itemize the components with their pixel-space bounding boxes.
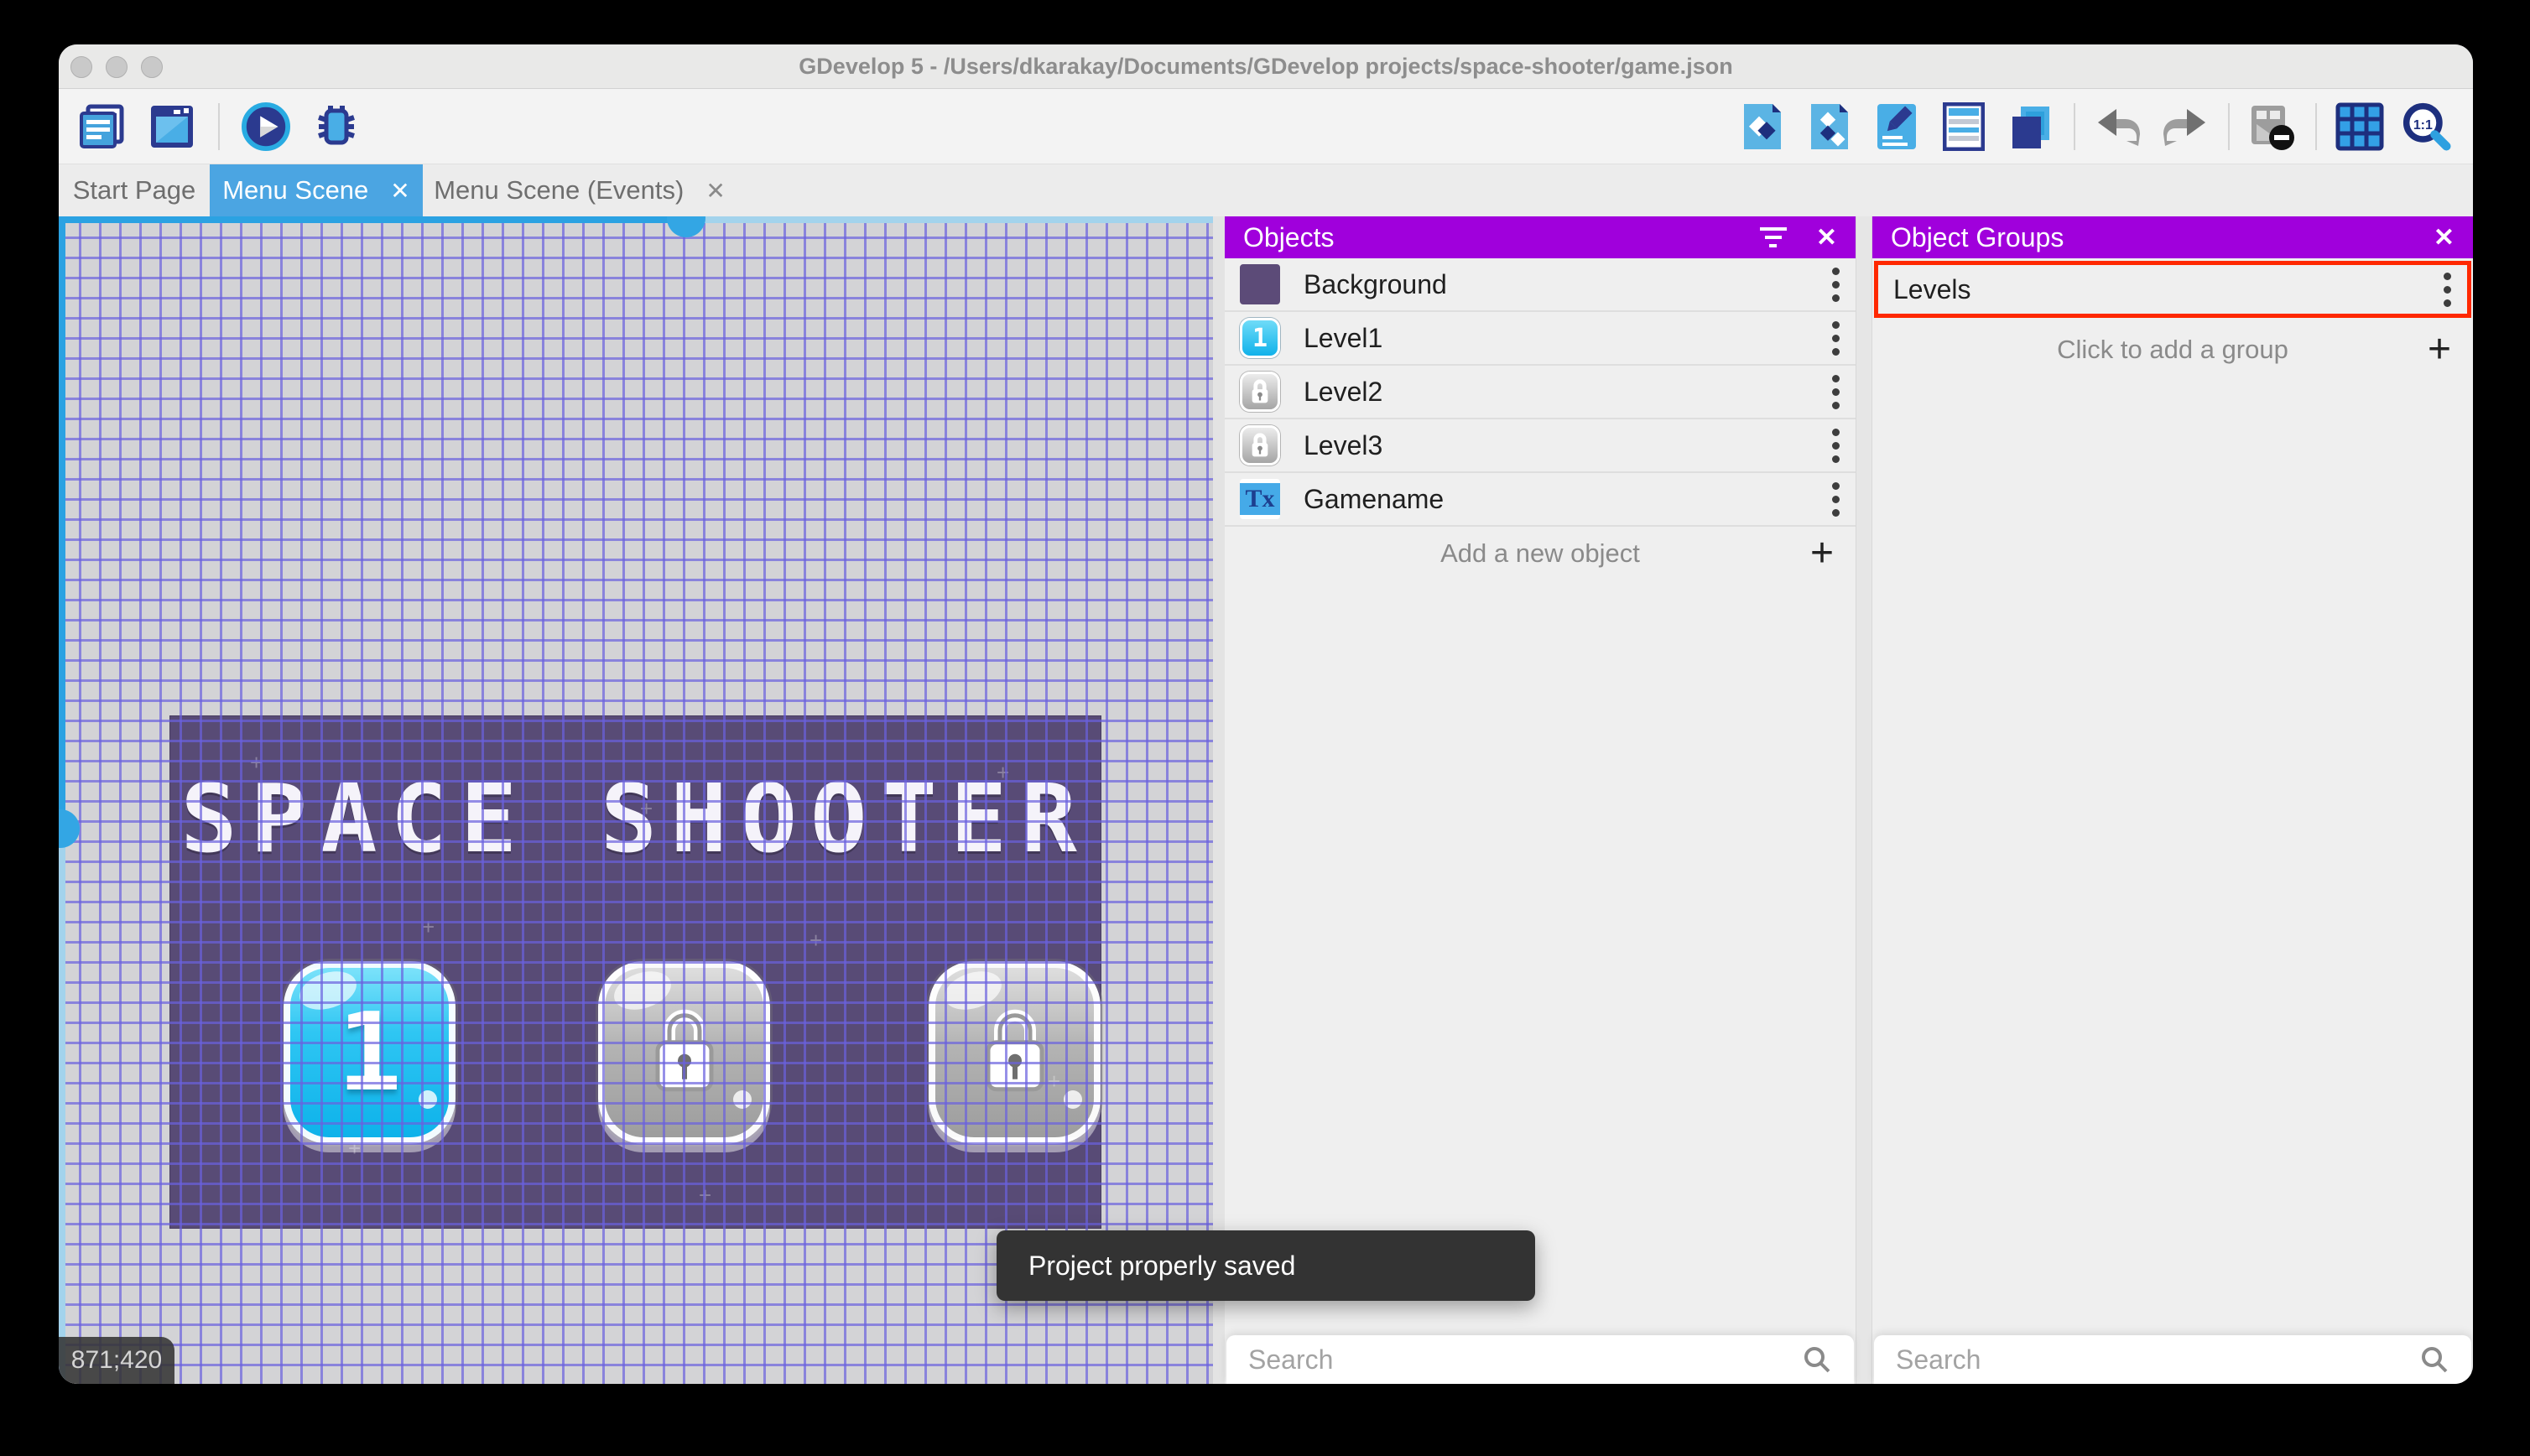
object-name: Level2 [1304,376,1383,407]
level1-button-instance[interactable]: 1 [284,961,456,1144]
project-manager-icon[interactable] [77,102,126,151]
close-tab-icon[interactable]: ✕ [390,177,409,205]
vertical-scrollbar-track[interactable] [59,847,65,1384]
app-window: GDevelop 5 - /Users/dkarakay/Documents/G… [59,44,2473,1384]
group-menu-icon[interactable] [2444,271,2452,308]
redo-icon[interactable] [2161,102,2210,151]
background-instance[interactable]: SPACE SHOOTER + + + + + + + + 1 [169,715,1101,1229]
object-name: Background [1304,268,1447,299]
toolbar-separator [218,102,220,150]
search-icon [2422,1347,2448,1373]
tab-bar: Start Page Menu Scene ✕ Menu Scene (Even… [59,164,2473,216]
object-row-level1[interactable]: 1 Level1 [1225,312,1856,366]
instances-list-icon[interactable] [1939,101,1988,151]
toggle-mask-icon[interactable] [2248,102,2297,151]
groups-search [1874,1335,2471,1384]
vertical-scrollbar-thumb[interactable] [59,809,80,848]
object-thumbnail: Tx [1240,479,1280,519]
groups-search-input[interactable] [1896,1344,2419,1375]
object-thumbnail: 1 [1240,318,1280,358]
object-thumbnail [1240,372,1280,412]
svg-text:1:1: 1:1 [2413,117,2433,132]
level2-button-instance[interactable] [598,961,770,1144]
object-groups-panel-header: Object Groups ✕ [1872,216,2473,258]
gamename-text-instance[interactable]: SPACE SHOOTER [170,765,1101,874]
tab-label: Menu Scene [222,175,369,205]
tab-start-page[interactable]: Start Page [59,164,210,216]
object-name: Level3 [1304,429,1383,460]
toolbar-separator [2074,102,2075,150]
objects-panel: Objects ✕ Background 1 Level1 Level2 Lev… [1225,216,1856,1384]
level3-button-instance[interactable] [929,961,1101,1144]
object-menu-icon[interactable] [1832,481,1840,517]
group-row-levels-highlighted[interactable]: Levels [1874,261,2471,318]
play-preview-icon[interactable] [242,101,290,151]
object-thumbnail [1240,425,1280,465]
tab-menu-scene-events[interactable]: Menu Scene (Events) ✕ [423,164,737,216]
add-group-button[interactable]: Click to add a group + [1872,324,2473,376]
toolbar-separator [2315,102,2317,150]
layers-icon[interactable] [2007,102,2055,151]
object-row-level2[interactable]: Level2 [1225,366,1856,419]
objects-search [1226,1335,1854,1384]
cursor-coordinates: 871;420 [59,1337,174,1384]
undo-icon[interactable] [2094,102,2142,151]
objects-editor-icon[interactable] [1738,102,1787,151]
add-object-button[interactable]: Add a new object + [1225,527,1856,580]
objects-panel-header: Objects ✕ [1225,216,1856,258]
close-panel-icon[interactable]: ✕ [1816,223,1837,252]
lock-icon [1252,379,1268,403]
lock-icon [655,1009,713,1092]
toggle-grid-icon[interactable] [2335,102,2384,151]
tab-menu-scene[interactable]: Menu Scene ✕ [210,164,423,216]
object-menu-icon[interactable] [1832,427,1840,464]
object-menu-icon[interactable] [1832,320,1840,356]
object-thumbnail [1240,264,1280,304]
scene-canvas[interactable]: SPACE SHOOTER + + + + + + + + 1 871;420 [59,216,1213,1384]
toolbar-separator [2228,102,2230,150]
panel-splitter[interactable] [1856,216,1872,1384]
objects-search-input[interactable] [1248,1344,1802,1375]
objects-panel-title: Objects [1243,221,1335,252]
close-panel-icon[interactable]: ✕ [2434,223,2455,252]
group-name: Levels [1893,273,1971,304]
filter-icon[interactable] [1759,222,1788,252]
zoom-1-1-icon[interactable]: 1:1 [2402,102,2451,151]
object-row-level3[interactable]: Level3 [1225,419,1856,473]
object-groups-panel-title: Object Groups [1891,221,2064,252]
object-name: Level1 [1304,322,1383,353]
lock-icon [986,1009,1044,1092]
object-menu-icon[interactable] [1832,373,1840,410]
debug-icon[interactable] [312,102,361,151]
horizontal-scrollbar-thumb[interactable] [667,216,705,237]
start-page-icon[interactable] [148,102,196,151]
object-menu-icon[interactable] [1832,266,1840,303]
save-toast: Project properly saved [997,1230,1535,1301]
object-name: Gamename [1304,483,1445,514]
tab-label: Start Page [72,175,196,205]
properties-icon[interactable] [1872,102,1921,151]
object-row-background[interactable]: Background [1225,258,1856,312]
vertical-scrollbar[interactable] [59,216,65,829]
search-icon [1804,1347,1830,1373]
horizontal-scrollbar[interactable] [59,216,686,223]
plus-icon[interactable]: + [2428,330,2451,370]
tab-label: Menu Scene (Events) [434,175,685,205]
object-groups-panel: Object Groups ✕ Levels Click to add a gr… [1872,216,2473,1384]
toolbar: 1:1 [59,89,2473,164]
window-title: GDevelop 5 - /Users/dkarakay/Documents/G… [799,54,1733,79]
panel-divider [1213,216,1225,1384]
lock-icon [1252,433,1268,457]
object-row-gamename[interactable]: Tx Gamename [1225,473,1856,527]
title-bar: GDevelop 5 - /Users/dkarakay/Documents/G… [59,44,2473,89]
plus-icon[interactable]: + [1810,533,1834,574]
close-tab-icon[interactable]: ✕ [705,177,725,205]
horizontal-scrollbar-track[interactable] [686,216,1213,223]
object-groups-editor-icon[interactable] [1805,102,1854,151]
